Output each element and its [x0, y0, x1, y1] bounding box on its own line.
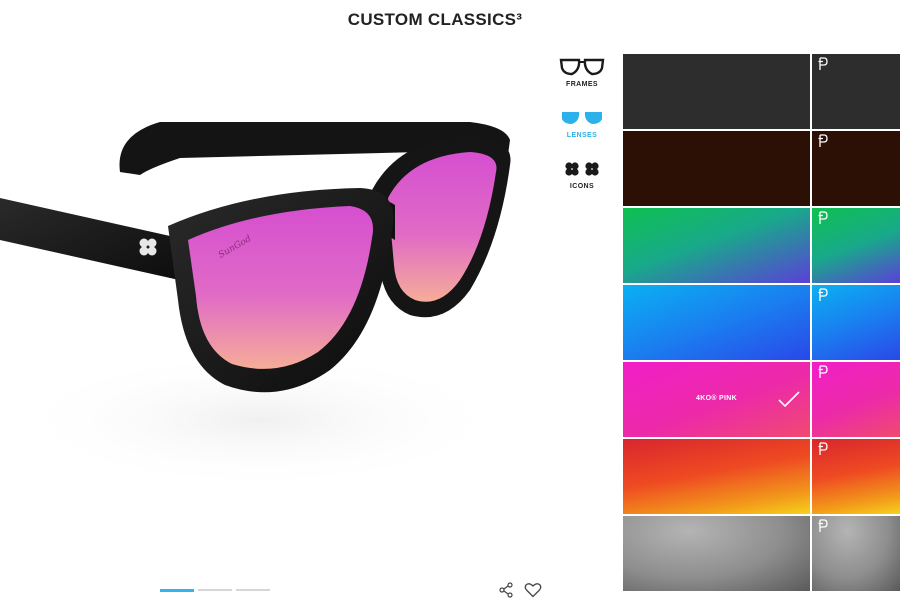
polarized-swatch-black[interactable]	[812, 54, 900, 129]
tab-frames-label: FRAMES	[566, 81, 598, 88]
lens-swatch-black[interactable]	[623, 54, 810, 129]
pager-dot-1[interactable]	[160, 588, 194, 592]
polarized-p-icon	[818, 57, 828, 71]
share-icon[interactable]	[498, 582, 516, 600]
product-actions	[498, 582, 542, 600]
lens-swatch-grey[interactable]	[623, 516, 810, 591]
swatch-row	[623, 516, 900, 591]
polarized-swatch-green[interactable]	[812, 208, 900, 283]
polarized-p-icon	[818, 519, 828, 533]
heart-icon[interactable]	[524, 582, 542, 600]
product-image-sunglasses: SunGod	[0, 40, 540, 540]
polarized-swatch-brown[interactable]	[812, 131, 900, 206]
lens-swatch-green[interactable]	[623, 208, 810, 283]
polarized-p-icon	[818, 134, 828, 148]
polarized-swatch-blue[interactable]	[812, 285, 900, 360]
customize-tabs: FRAMES LENSES ICONS	[548, 56, 616, 209]
checkmark-icon	[777, 390, 801, 408]
polarized-swatch-pink[interactable]	[812, 362, 900, 437]
page-title: CUSTOM CLASSICS³	[347, 10, 523, 29]
lens-swatch-fire[interactable]	[623, 439, 810, 514]
swatch-row: 4KO® PINK	[623, 362, 900, 437]
swatch-row	[623, 131, 900, 206]
swatch-row	[623, 285, 900, 360]
image-pager	[160, 588, 270, 592]
tab-lenses-label: LENSES	[566, 132, 598, 139]
polarized-swatch-fire[interactable]	[812, 439, 900, 514]
glasses-outline-icon	[548, 56, 616, 78]
polarized-swatch-grey[interactable]	[812, 516, 900, 591]
pager-dot-2[interactable]	[198, 589, 232, 591]
polarized-p-icon	[818, 365, 828, 379]
lenses-icon	[548, 107, 616, 129]
clover-icon	[548, 158, 616, 180]
lens-swatch-grid: 4KO® PINK	[623, 54, 900, 593]
tab-icons[interactable]: ICONS	[548, 158, 616, 194]
polarized-p-icon	[818, 442, 828, 456]
tab-lenses[interactable]: LENSES	[548, 107, 616, 143]
swatch-row	[623, 208, 900, 283]
tab-frames[interactable]: FRAMES	[548, 56, 616, 92]
tab-icons-label: ICONS	[569, 183, 595, 190]
pager-dot-3[interactable]	[236, 589, 270, 591]
swatch-row	[623, 439, 900, 514]
polarized-p-icon	[818, 288, 828, 302]
lens-swatch-brown[interactable]	[623, 131, 810, 206]
lens-swatch-blue[interactable]	[623, 285, 810, 360]
polarized-p-icon	[818, 211, 828, 225]
lens-swatch-pink[interactable]: 4KO® PINK	[623, 362, 810, 437]
swatch-row	[623, 54, 900, 129]
